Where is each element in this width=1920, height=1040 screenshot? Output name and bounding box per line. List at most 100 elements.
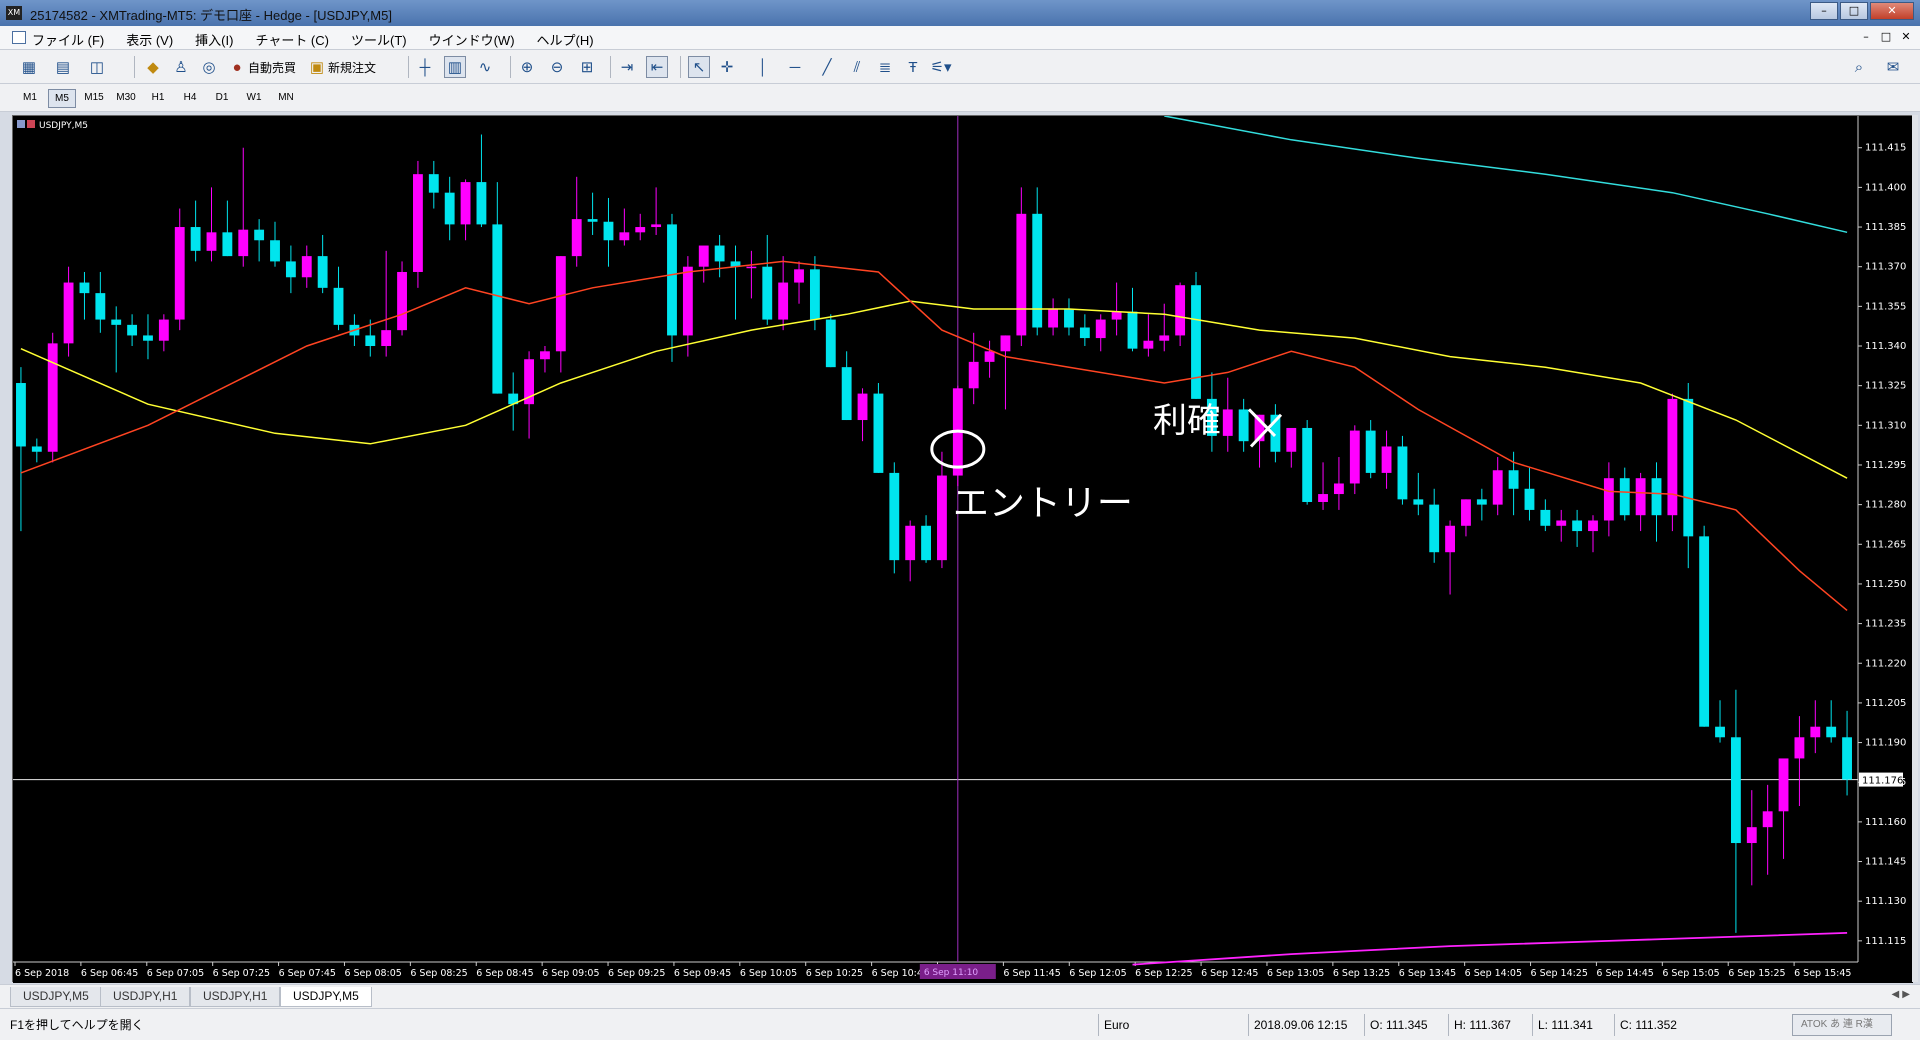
cursor-icon[interactable]: ↖ xyxy=(688,56,710,78)
vertical-scrollbar[interactable] xyxy=(1912,115,1918,982)
mdi-restore-button[interactable]: □ xyxy=(1878,30,1894,46)
candlestick-icon[interactable]: ▥ xyxy=(444,56,466,78)
strategy-tester-icon[interactable]: ◆ xyxy=(142,56,164,78)
bull-candle xyxy=(746,266,757,269)
bull-candle xyxy=(651,224,662,228)
timeframe-m1[interactable]: M1 xyxy=(16,89,44,108)
bull-candle xyxy=(937,475,947,561)
status-help: F1を押してヘルプを開く xyxy=(10,1018,144,1032)
bull-candle xyxy=(1333,483,1344,495)
menu-tools[interactable]: ツール(T) xyxy=(351,30,407,49)
bar-chart-icon[interactable]: ┼ xyxy=(414,56,436,78)
bull-candle xyxy=(206,232,217,251)
time-tick-label: 6 Sep 09:25 xyxy=(608,968,665,979)
bull-candle xyxy=(968,361,979,389)
bull-candle xyxy=(571,219,582,257)
zoom-in-icon[interactable]: ⊕ xyxy=(516,56,538,78)
bear-candle xyxy=(587,219,598,222)
channels-icon[interactable]: ⫽ xyxy=(846,56,868,78)
bull-candle xyxy=(778,282,789,320)
bear-candle xyxy=(1191,285,1201,399)
toolbar-group-chart: ┼ ▥ ∿ xyxy=(414,55,496,79)
bear-candle xyxy=(444,192,455,225)
bear-candle xyxy=(190,227,201,251)
line-chart-icon[interactable]: ∿ xyxy=(474,56,496,78)
price-chart[interactable]: 111.415 111.400 111.385 111.370 111.355 111.3… xyxy=(13,116,1913,983)
time-tick-label: 6 Sep 07:25 xyxy=(213,968,270,979)
zoom-out-icon[interactable]: ⊖ xyxy=(546,56,568,78)
chart-tab[interactable]: USDJPY,H1 xyxy=(100,987,191,1007)
toolbar-separator xyxy=(510,56,511,78)
auto-trading-icon[interactable]: ● xyxy=(226,56,248,78)
text-icon[interactable]: Ŧ xyxy=(902,56,924,78)
new-order-icon[interactable]: ▣ xyxy=(306,56,328,78)
chart-window[interactable]: 111.415 111.400 111.385 111.370 111.355 111.3… xyxy=(12,115,1913,983)
chart-shift-icon[interactable]: ⇤ xyxy=(646,56,668,78)
chart-tab-active[interactable]: USDJPY,M5 xyxy=(280,987,372,1007)
bear-candle xyxy=(270,240,280,262)
bear-candle xyxy=(31,446,42,452)
vertical-line-icon[interactable]: │ xyxy=(752,56,774,78)
timeframe-m15[interactable]: M15 xyxy=(80,89,108,108)
bear-candle xyxy=(1842,737,1852,780)
status-divider xyxy=(1248,1014,1249,1036)
bull-candle xyxy=(540,351,550,360)
title-bar[interactable]: XM 25174582 - XMTrading-MT5: デモ口座 - Hedg… xyxy=(0,0,1920,26)
window-controls: – □ ✕ xyxy=(1808,2,1914,20)
timeframe-m30[interactable]: M30 xyxy=(112,89,140,108)
current-price-label: 111.176 xyxy=(1862,776,1903,787)
document-icon[interactable] xyxy=(12,31,26,44)
bear-candle xyxy=(317,256,328,288)
symbol-flag-icon xyxy=(27,120,35,128)
timeframe-h1[interactable]: H1 xyxy=(144,89,172,108)
bear-candle xyxy=(365,335,376,347)
tile-windows-icon[interactable]: ⊞ xyxy=(576,56,598,78)
menu-help[interactable]: ヘルプ(H) xyxy=(537,30,594,49)
search-icon[interactable]: ⌕ xyxy=(1848,56,1870,78)
menu-file[interactable]: ファイル (F) xyxy=(32,30,104,49)
bull-candle xyxy=(1794,737,1805,759)
timeframe-mn[interactable]: MN xyxy=(272,89,300,108)
bull-candle xyxy=(794,269,804,283)
data-window-icon[interactable]: ♙ xyxy=(170,56,192,78)
new-chart-icon[interactable]: ▦ xyxy=(18,56,40,78)
auto-scroll-icon[interactable]: ⇥ xyxy=(616,56,638,78)
menu-window[interactable]: ウインドウ(W) xyxy=(429,30,515,49)
ime-indicator[interactable]: ATOK あ 連 R漢 xyxy=(1792,1014,1892,1036)
bull-candle xyxy=(397,271,407,331)
market-watch-icon[interactable]: ◫ xyxy=(86,56,108,78)
timeframe-d1[interactable]: D1 xyxy=(208,89,236,108)
signals-icon[interactable]: ◎ xyxy=(198,56,220,78)
profiles-icon[interactable]: ▤ xyxy=(52,56,74,78)
fibonacci-icon[interactable]: ≣ xyxy=(874,56,896,78)
bull-candle xyxy=(1048,308,1059,328)
minimize-button[interactable]: – xyxy=(1810,2,1838,20)
maximize-button[interactable]: □ xyxy=(1840,2,1868,20)
status-divider xyxy=(1614,1014,1615,1036)
trendline-icon[interactable]: ╱ xyxy=(816,56,838,78)
timeframe-h4[interactable]: H4 xyxy=(176,89,204,108)
crosshair-time-label: 6 Sep 11:10 xyxy=(924,968,979,978)
time-tick-label: 6 Sep 13:45 xyxy=(1399,968,1456,979)
chart-tab[interactable]: USDJPY,M5 xyxy=(10,987,102,1007)
menu-view[interactable]: 表示 (V) xyxy=(126,30,173,49)
bear-candle xyxy=(1524,488,1535,510)
chart-tab[interactable]: USDJPY,H1 xyxy=(190,987,281,1007)
bear-candle xyxy=(1508,470,1519,489)
crosshair-icon[interactable]: ✛ xyxy=(716,56,738,78)
tab-scroll-arrows[interactable]: ◀ ▶ xyxy=(1891,989,1910,1000)
close-button[interactable]: ✕ xyxy=(1870,2,1914,20)
mdi-minimize-button[interactable]: – xyxy=(1858,30,1874,46)
entry-annotation: エントリー xyxy=(953,483,1133,524)
new-order-label[interactable]: 新規注文 xyxy=(328,59,376,76)
shapes-dropdown-icon[interactable]: ⚟▾ xyxy=(930,56,952,78)
chat-icon[interactable]: ✉ xyxy=(1882,56,1904,78)
timeframe-m5[interactable]: M5 xyxy=(48,89,76,108)
price-tick-label: 111.130 xyxy=(1865,896,1906,907)
menu-insert[interactable]: 挿入(I) xyxy=(195,30,233,49)
timeframe-w1[interactable]: W1 xyxy=(240,89,268,108)
menu-chart[interactable]: チャート (C) xyxy=(255,30,329,49)
auto-trading-label[interactable]: 自動売買 xyxy=(248,59,296,76)
mdi-close-button[interactable]: ✕ xyxy=(1898,30,1914,46)
horizontal-line-icon[interactable]: ─ xyxy=(784,56,806,78)
